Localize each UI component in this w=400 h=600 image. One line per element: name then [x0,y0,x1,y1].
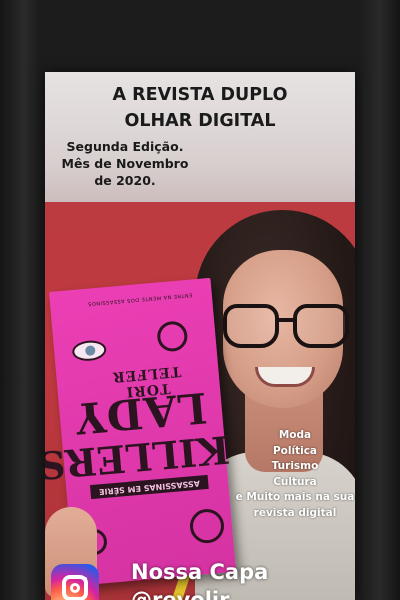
glasses [223,304,355,352]
instagram-handle[interactable]: @revolir [131,588,229,600]
edition-line2: Mês de Novembro [61,156,189,171]
magazine-title-line1: A REVISTA DUPLO [112,85,288,105]
glasses-lens-right [293,304,349,348]
topic-item: Turismo [271,460,319,472]
topic-item: Cultura [273,475,317,488]
instagram-icon-flash [83,577,87,581]
edition-line1: Segunda Edição. [66,139,184,154]
instagram-icon-lens [70,583,80,593]
book-eye-illustration [71,339,108,363]
topic-item: Moda [278,429,312,441]
glasses-lens-left [223,304,279,348]
book-ornament [156,320,189,353]
magazine-cover: ENTRE NA MENTE DOS ASSASSINOS TORI TELFE… [45,72,355,600]
instagram-icon[interactable] [51,564,99,600]
topic-item: revista digital [253,506,337,519]
edition-line3: de 2020. [94,173,156,188]
footer-label: Nossa Capa [131,560,269,584]
magazine-title: A REVISTA DUPLO OLHAR DIGITAL [45,82,355,134]
footer-bar: Nossa Capa @revolir [45,558,355,600]
topic-item: Política [272,444,318,457]
edition-info: Segunda Edição. Mês de Novembro de 2020. [55,138,195,189]
cover-frame: ENTRE NA MENTE DOS ASSASSINOS TORI TELFE… [0,0,400,600]
book-top-text: ENTRE NA MENTE DOS ASSASSINOS [87,291,193,307]
topic-item: e Muito mais na sua [235,491,355,503]
magazine-title-line2: OLHAR DIGITAL [124,111,276,131]
topics-list: Moda Política Turismo Cultura e Muito ma… [215,428,355,521]
